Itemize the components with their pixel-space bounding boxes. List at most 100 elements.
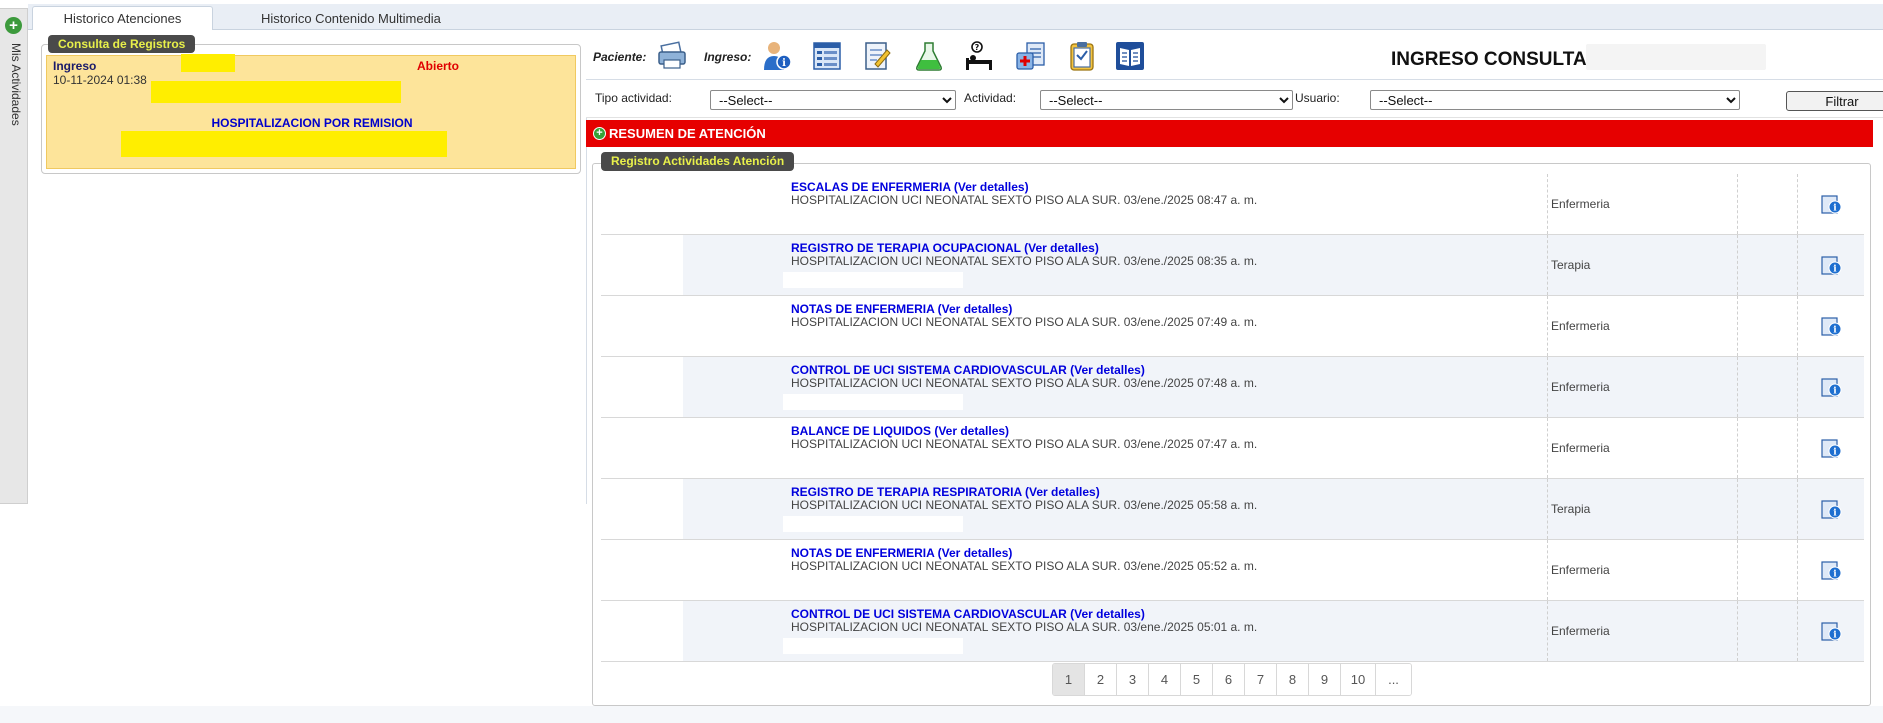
page-4-button[interactable]: 4 bbox=[1149, 664, 1181, 695]
side-tab-label: Mis Actividades bbox=[9, 43, 23, 126]
view-detail-icon[interactable]: i bbox=[1820, 437, 1842, 459]
tipo-actividad-label: Tipo actividad: bbox=[595, 91, 672, 105]
table-row: CONTROL DE UCI SISTEMA CARDIOVASCULAR (V… bbox=[601, 601, 1864, 662]
book-reader-icon[interactable] bbox=[1114, 40, 1146, 72]
activity-title-link[interactable]: BALANCE DE LIQUIDOS (Ver detalles) bbox=[791, 424, 1009, 438]
resumen-atencion-bar[interactable]: + RESUMEN DE ATENCIÓN bbox=[586, 120, 1873, 147]
svg-text:i: i bbox=[1833, 509, 1837, 519]
view-detail-icon[interactable]: i bbox=[1820, 376, 1842, 398]
activity-category: Enfermeria bbox=[1551, 319, 1610, 333]
svg-text:i: i bbox=[1833, 387, 1837, 397]
view-detail-icon[interactable]: i bbox=[1820, 193, 1842, 215]
activity-description: HOSPITALIZACION UCI NEONATAL SEXTO PISO … bbox=[791, 315, 1258, 329]
medical-records-icon[interactable] bbox=[1015, 40, 1047, 72]
tab-strip: Historico Atenciones Historico Contenido… bbox=[28, 4, 1883, 32]
mis-actividades-side-tab[interactable]: + Mis Actividades bbox=[0, 8, 28, 504]
activity-category: Enfermeria bbox=[1551, 624, 1610, 638]
table-row: ESCALAS DE ENFERMERIA (Ver detalles) HOS… bbox=[601, 174, 1864, 235]
user-info-icon[interactable]: i bbox=[761, 40, 793, 72]
redaction-block bbox=[783, 638, 963, 654]
ingreso-toolbar-label: Ingreso: bbox=[704, 50, 752, 64]
activity-title-link[interactable]: REGISTRO DE TERAPIA RESPIRATORIA (Ver de… bbox=[791, 485, 1100, 499]
table-row: REGISTRO DE TERAPIA RESPIRATORIA (Ver de… bbox=[601, 479, 1864, 540]
activity-category: Terapia bbox=[1551, 502, 1591, 516]
list-form-icon[interactable] bbox=[811, 40, 843, 72]
activity-title-link[interactable]: ESCALAS DE ENFERMERIA (Ver detalles) bbox=[791, 180, 1029, 194]
table-row: CONTROL DE UCI SISTEMA CARDIOVASCULAR (V… bbox=[601, 357, 1864, 418]
hospital-bed-icon[interactable]: ? bbox=[963, 40, 995, 72]
activity-list: ESCALAS DE ENFERMERIA (Ver detalles) HOS… bbox=[601, 174, 1864, 662]
ingreso-label: Ingreso bbox=[53, 59, 97, 73]
page-8-button[interactable]: 8 bbox=[1277, 664, 1309, 695]
usuario-select[interactable]: --Select-- bbox=[1370, 90, 1740, 110]
redaction-block bbox=[121, 131, 447, 157]
activity-description: HOSPITALIZACION UCI NEONATAL SEXTO PISO … bbox=[791, 559, 1258, 573]
redaction-block bbox=[783, 272, 963, 288]
page-2-button[interactable]: 2 bbox=[1085, 664, 1117, 695]
activity-description: HOSPITALIZACION UCI NEONATAL SEXTO PISO … bbox=[791, 620, 1258, 634]
page-3-button[interactable]: 3 bbox=[1117, 664, 1149, 695]
ingreso-consultado-value bbox=[1586, 44, 1766, 70]
ingreso-type: HOSPITALIZACION POR REMISION bbox=[211, 116, 413, 130]
bottom-bar bbox=[0, 706, 1883, 723]
table-row: REGISTRO DE TERAPIA OCUPACIONAL (Ver det… bbox=[601, 235, 1864, 296]
resumen-atencion-label: RESUMEN DE ATENCIÓN bbox=[609, 126, 766, 141]
page-5-button[interactable]: 5 bbox=[1181, 664, 1213, 695]
page-7-button[interactable]: 7 bbox=[1245, 664, 1277, 695]
view-detail-icon[interactable]: i bbox=[1820, 315, 1842, 337]
page-10-button[interactable]: 10 bbox=[1341, 664, 1376, 695]
ingreso-status: Abierto bbox=[417, 59, 459, 73]
consulta-registros-legend: Consulta de Registros bbox=[48, 35, 196, 53]
svg-text:i: i bbox=[1833, 326, 1837, 336]
svg-text:i: i bbox=[1833, 204, 1837, 214]
page-more-button[interactable]: ... bbox=[1376, 664, 1411, 695]
tipo-actividad-select[interactable]: --Select-- bbox=[710, 90, 956, 110]
table-row: BALANCE DE LIQUIDOS (Ver detalles) HOSPI… bbox=[601, 418, 1864, 479]
add-icon[interactable]: + bbox=[5, 17, 22, 34]
activity-description: HOSPITALIZACION UCI NEONATAL SEXTO PISO … bbox=[791, 193, 1258, 207]
ingreso-card[interactable]: Ingreso 10-11-2024 01:38 Abierto HOSPITA… bbox=[46, 54, 576, 169]
page-1-button[interactable]: 1 bbox=[1053, 664, 1085, 695]
activity-title-link[interactable]: CONTROL DE UCI SISTEMA CARDIOVASCULAR (V… bbox=[791, 607, 1145, 621]
activity-description: HOSPITALIZACION UCI NEONATAL SEXTO PISO … bbox=[791, 376, 1258, 390]
page-9-button[interactable]: 9 bbox=[1309, 664, 1341, 695]
pagination: 1 2 3 4 5 6 7 8 9 10 ... bbox=[1052, 663, 1412, 696]
actividad-select[interactable]: --Select-- bbox=[1040, 90, 1293, 110]
svg-text:i: i bbox=[782, 58, 786, 69]
view-detail-icon[interactable]: i bbox=[1820, 498, 1842, 520]
svg-text:i: i bbox=[1833, 631, 1837, 641]
registro-actividades-legend: Registro Actividades Atención bbox=[601, 152, 795, 171]
view-detail-icon[interactable]: i bbox=[1820, 254, 1842, 276]
filters-bar: Tipo actividad: --Select-- Actividad: --… bbox=[586, 80, 1883, 118]
activity-title-link[interactable]: NOTAS DE ENFERMERIA (Ver detalles) bbox=[791, 302, 1012, 316]
activity-category: Enfermeria bbox=[1551, 563, 1610, 577]
tab-historico-atenciones[interactable]: Historico Atenciones bbox=[32, 6, 213, 32]
view-detail-icon[interactable]: i bbox=[1820, 559, 1842, 581]
redaction-block bbox=[783, 516, 963, 532]
consulta-registros-panel: Consulta de Registros Ingreso 10-11-2024… bbox=[41, 35, 581, 174]
activity-category: Enfermeria bbox=[1551, 380, 1610, 394]
activity-title-link[interactable]: NOTAS DE ENFERMERIA (Ver detalles) bbox=[791, 546, 1012, 560]
filtrar-button[interactable]: Filtrar bbox=[1786, 91, 1883, 111]
activity-category: Terapia bbox=[1551, 258, 1591, 272]
view-detail-icon[interactable]: i bbox=[1820, 620, 1842, 642]
activity-title-link[interactable]: REGISTRO DE TERAPIA OCUPACIONAL (Ver det… bbox=[791, 241, 1099, 255]
edit-document-icon[interactable] bbox=[861, 40, 893, 72]
table-row: NOTAS DE ENFERMERIA (Ver detalles) HOSPI… bbox=[601, 540, 1864, 601]
registro-actividades-panel: Registro Actividades Atención ESCALAS DE… bbox=[592, 152, 1871, 706]
redaction-block bbox=[151, 81, 401, 103]
paciente-label: Paciente: bbox=[593, 50, 647, 64]
left-pane: Consulta de Registros Ingreso 10-11-2024… bbox=[29, 30, 587, 504]
usuario-label: Usuario: bbox=[1295, 91, 1340, 105]
ingreso-date: 10-11-2024 01:38 bbox=[53, 73, 147, 87]
print-icon[interactable] bbox=[656, 40, 688, 72]
activity-category: Enfermeria bbox=[1551, 441, 1610, 455]
activity-title-link[interactable]: CONTROL DE UCI SISTEMA CARDIOVASCULAR (V… bbox=[791, 363, 1145, 377]
lab-flask-icon[interactable] bbox=[913, 40, 945, 72]
expand-plus-icon: + bbox=[593, 127, 606, 140]
tab-historico-multimedia[interactable]: Historico Contenido Multimedia bbox=[248, 6, 454, 31]
actividad-label: Actividad: bbox=[964, 91, 1017, 105]
clipboard-icon[interactable] bbox=[1066, 40, 1098, 72]
svg-text:i: i bbox=[1833, 570, 1837, 580]
page-6-button[interactable]: 6 bbox=[1213, 664, 1245, 695]
